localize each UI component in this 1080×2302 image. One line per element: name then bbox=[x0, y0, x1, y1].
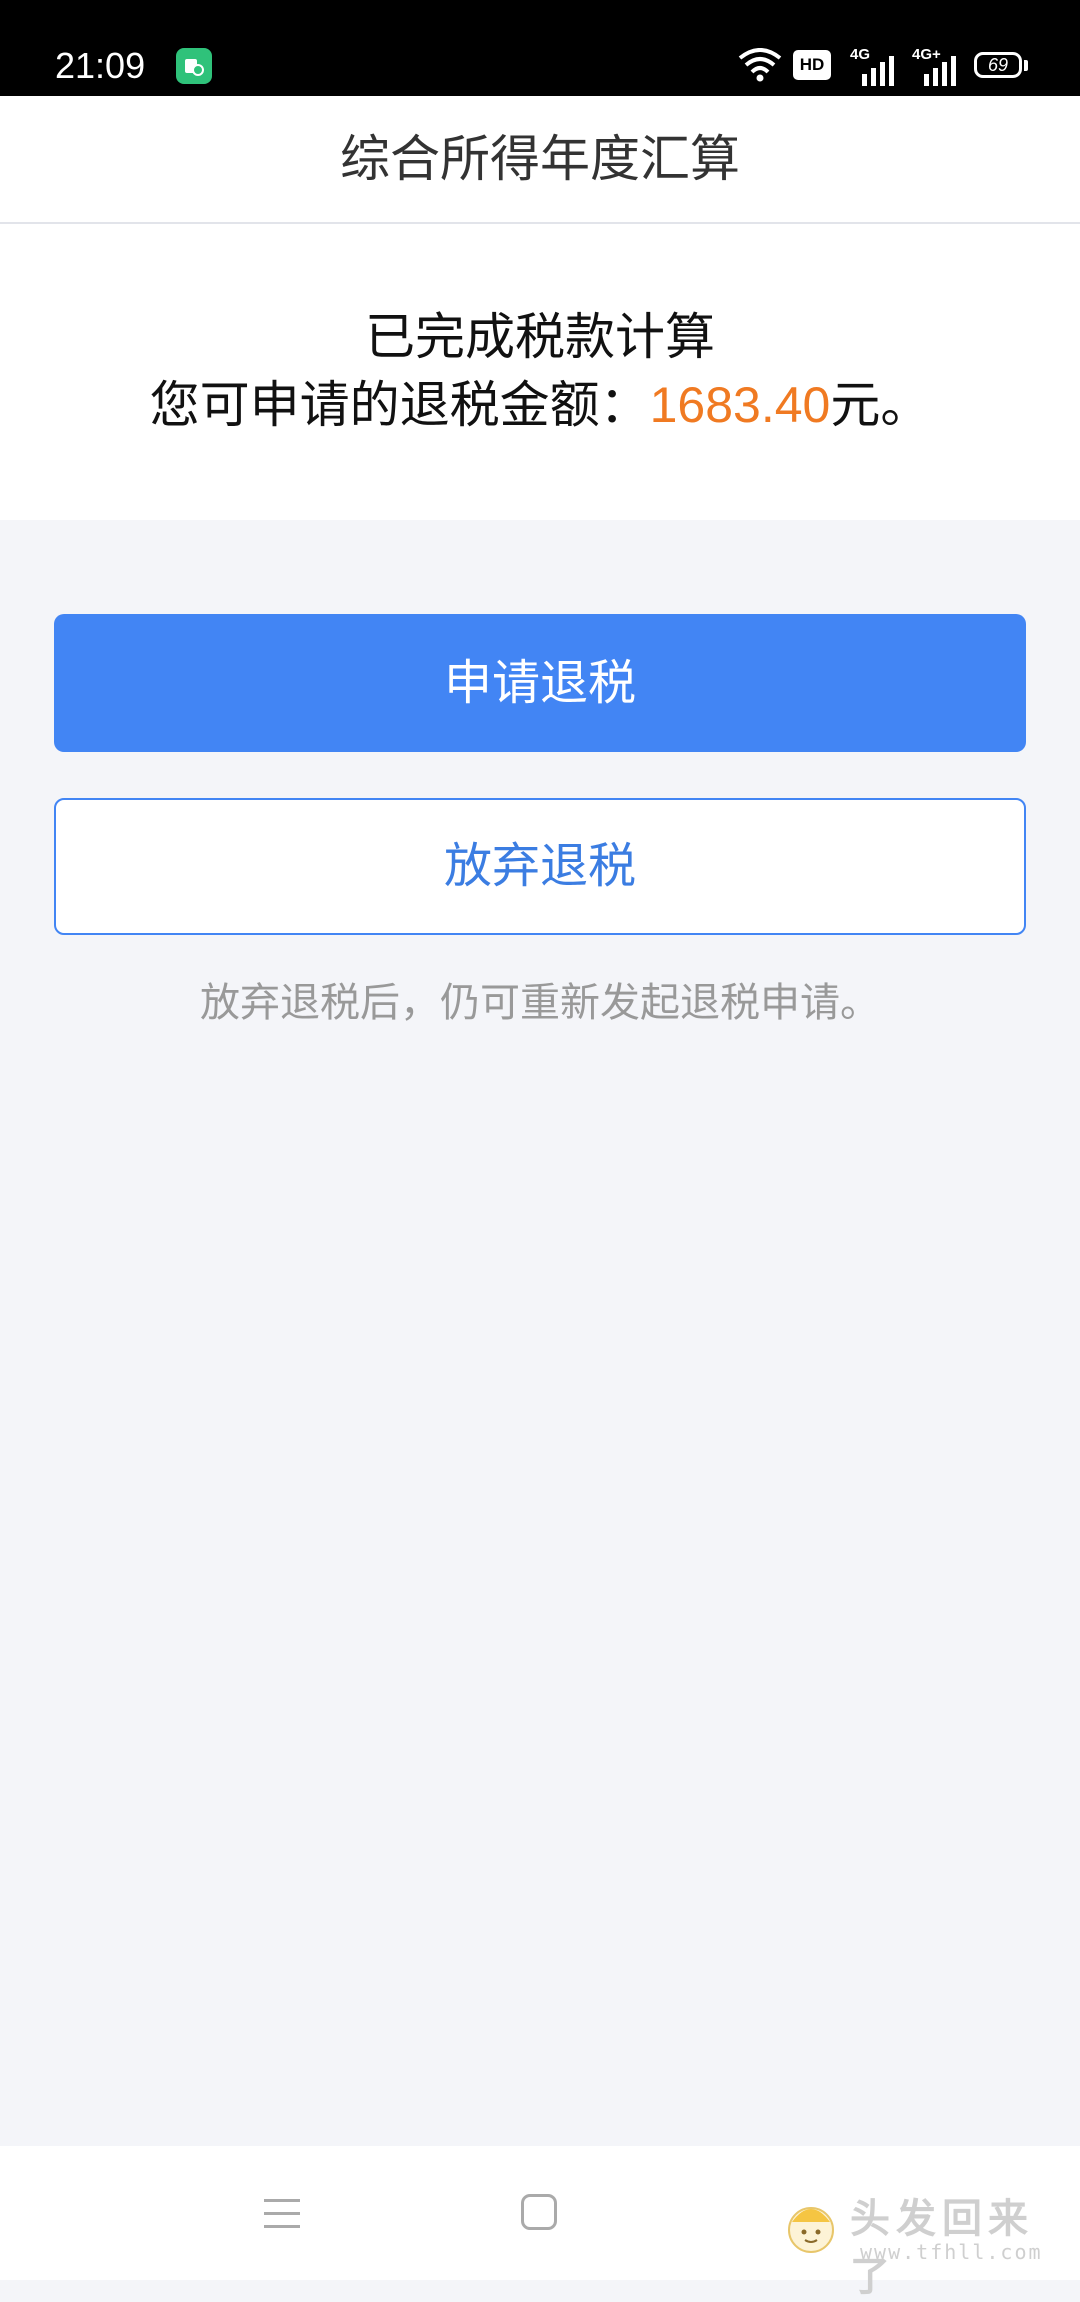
home-icon[interactable] bbox=[521, 2194, 557, 2230]
battery-icon: 69 bbox=[974, 52, 1022, 78]
abandon-refund-button[interactable]: 放弃退税 bbox=[54, 798, 1026, 935]
apply-refund-button[interactable]: 申请退税 bbox=[54, 614, 1026, 752]
signal-icon: 4G bbox=[850, 46, 898, 86]
menu-icon[interactable] bbox=[262, 2196, 302, 2236]
watermark-mascot-icon bbox=[788, 2207, 834, 2253]
status-bar: 21:09 HD 4G 4G+ 69 bbox=[0, 0, 1080, 96]
app-notification-icon bbox=[176, 48, 212, 84]
watermark-url: www.tfhll.com bbox=[860, 2240, 1043, 2264]
battery-tip bbox=[1024, 60, 1028, 71]
page-title: 综合所得年度汇算 bbox=[340, 130, 740, 188]
result-card: 已完成税款计算 您可申请的退税金额：1683.40元。 bbox=[0, 224, 1080, 520]
refund-amount-line: 您可申请的退税金额：1683.40元。 bbox=[0, 372, 1080, 438]
wifi-icon bbox=[738, 48, 782, 86]
refund-amount-label: 您可申请的退税金额： bbox=[149, 376, 650, 434]
hd-voice-badge: HD bbox=[793, 50, 831, 80]
calculation-complete-text: 已完成税款计算 bbox=[365, 308, 715, 366]
system-navigation-bar: 头发回来了 www.tfhll.com bbox=[0, 2146, 1080, 2300]
status-time: 21:09 bbox=[55, 45, 146, 86]
abandon-hint-text: 放弃退税后，仍可重新发起退税申请。 bbox=[200, 980, 880, 1026]
navigation-header: 综合所得年度汇算 bbox=[0, 96, 1080, 224]
refund-amount: 1683.40 bbox=[649, 377, 831, 433]
signal-icon: 4G+ bbox=[912, 46, 960, 86]
refund-amount-unit: 元。 bbox=[830, 376, 931, 434]
watermark: 头发回来了 www.tfhll.com bbox=[770, 2182, 1070, 2300]
